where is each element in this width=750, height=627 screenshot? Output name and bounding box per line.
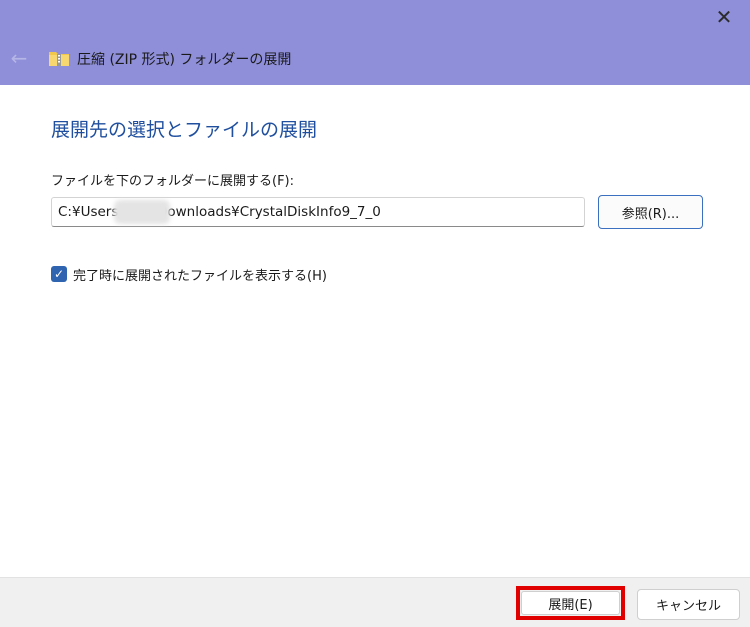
window-title: 圧縮 (ZIP 形式) フォルダーの展開 — [77, 52, 292, 68]
show-files-label: 完了時に展開されたファイルを表示する(H) — [73, 269, 327, 284]
show-files-checkbox[interactable]: ✓ — [51, 266, 67, 282]
browse-button[interactable]: 参照(R)... — [598, 195, 703, 229]
zip-folder-icon — [49, 52, 69, 66]
destination-path-input[interactable] — [51, 197, 585, 227]
title-bar: ✕ ← 圧縮 (ZIP 形式) フォルダーの展開 — [0, 0, 750, 85]
cancel-button[interactable]: キャンセル — [637, 589, 740, 620]
page-title: 展開先の選択とファイルの展開 — [51, 119, 318, 141]
close-icon[interactable]: ✕ — [704, 2, 744, 32]
extract-button[interactable]: 展開(E) — [521, 591, 620, 615]
arrow-left-icon[interactable]: ← — [5, 44, 33, 72]
destination-label: ファイルを下のフォルダーに展開する(F): — [51, 174, 295, 189]
